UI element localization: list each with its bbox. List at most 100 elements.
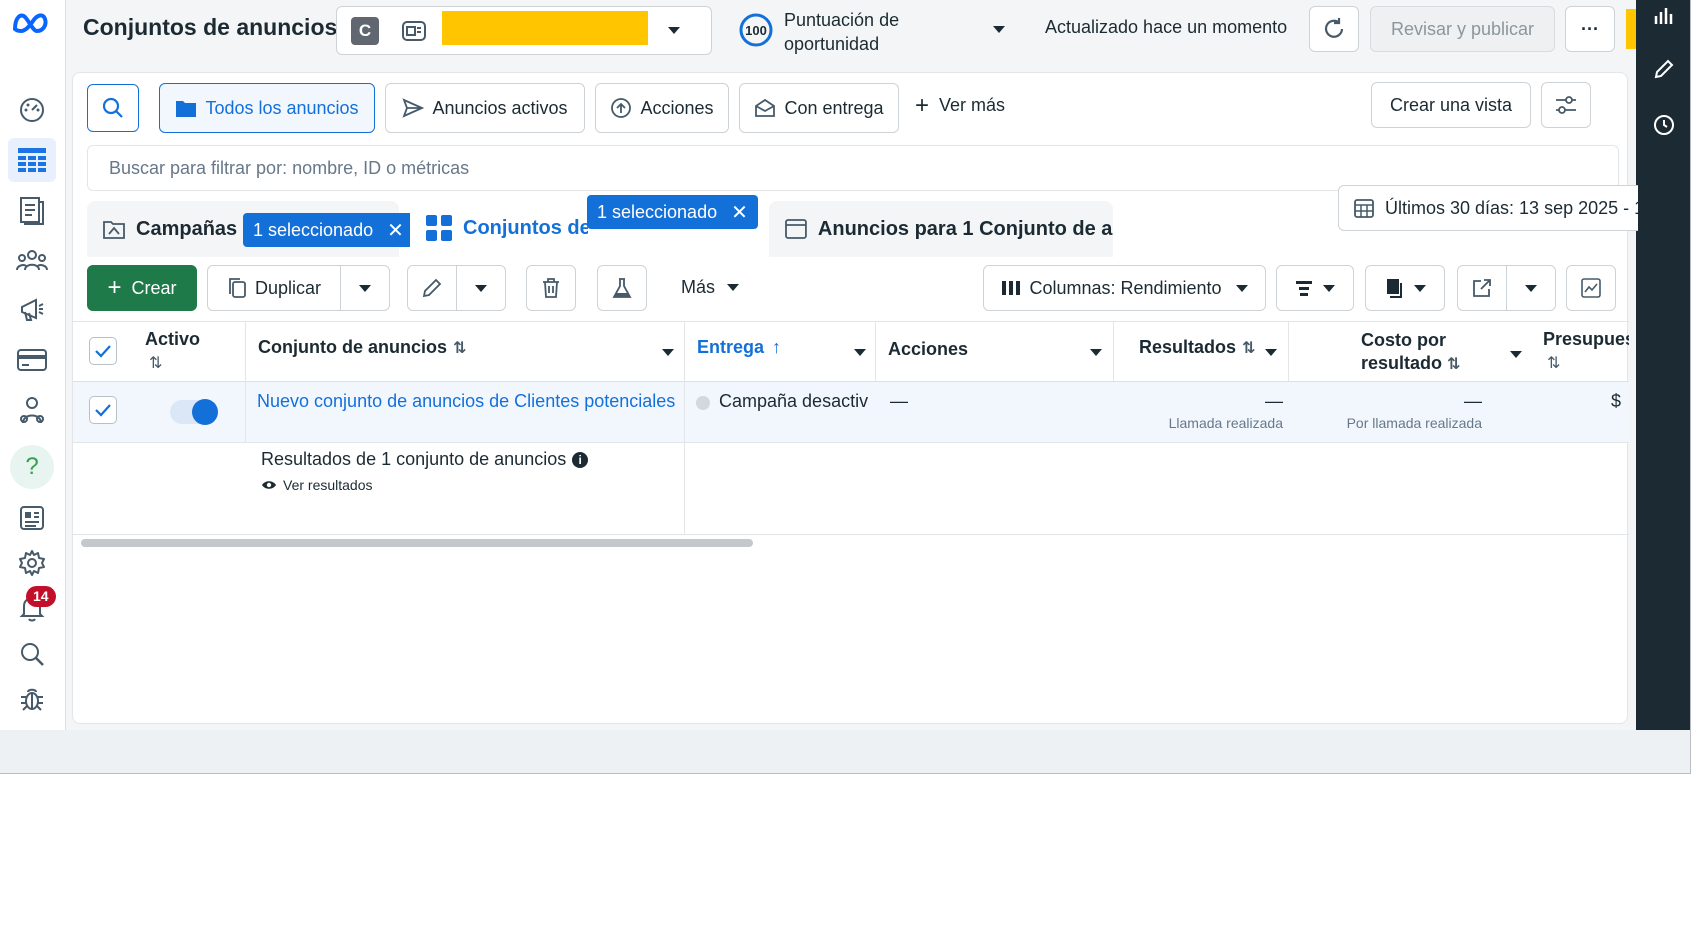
header-cost-line2: resultado [1361, 353, 1443, 373]
tab-ads[interactable]: Anuncios para 1 Conjunto de anu [769, 201, 1113, 257]
review-publish-button[interactable]: Revisar y publicar [1370, 6, 1555, 52]
opportunity-chevron-icon[interactable] [993, 26, 1005, 33]
view-settings-button[interactable] [1541, 82, 1591, 128]
header-delivery[interactable]: Entrega ↑ [697, 337, 781, 358]
charts-button[interactable] [1566, 265, 1616, 311]
more-actions-label: Más [681, 277, 716, 297]
table-top-border [73, 321, 1629, 322]
breakdown-button[interactable] [1276, 265, 1354, 311]
sort-icon[interactable]: ⇅ [149, 353, 162, 373]
copy-icon [229, 278, 246, 298]
see-more-filters[interactable]: + Ver más [915, 93, 1005, 117]
reports-button[interactable] [1365, 265, 1445, 311]
account-name-redacted [442, 11, 648, 45]
cost-column-menu-icon[interactable] [1510, 351, 1522, 358]
edit-button[interactable] [407, 265, 457, 311]
duplicate-dropdown[interactable] [340, 265, 390, 311]
create-label: Crear [131, 277, 177, 298]
sort-ascending-icon[interactable]: ↑ [772, 337, 781, 358]
breakdown-icon [1296, 281, 1312, 296]
search-icon[interactable] [8, 632, 56, 676]
adsets-selected-badge[interactable]: 1 seleccionado ✕ [587, 195, 758, 229]
create-view-button[interactable]: Crear una vista [1371, 82, 1531, 128]
view-results-link[interactable]: Ver resultados [261, 477, 373, 493]
opportunity-score-ring[interactable]: 100 [738, 12, 774, 48]
campaigns-selected-badge[interactable]: 1 seleccionado ✕ [243, 213, 414, 247]
pages-icon[interactable] [8, 188, 56, 232]
chevron-down-icon [1414, 284, 1426, 292]
chart-bars-icon[interactable] [1653, 4, 1675, 26]
info-icon[interactable]: i [572, 451, 589, 468]
header-results[interactable]: Resultados ⇅ [1139, 337, 1255, 358]
filter-all-ads-label: Todos los anuncios [205, 97, 359, 118]
create-button[interactable]: + Crear [87, 265, 197, 311]
results-column-menu-icon[interactable] [1265, 349, 1277, 356]
audiences-icon[interactable] [8, 238, 56, 282]
duplicate-label: Duplicar [254, 277, 322, 298]
ads-manager-table-icon[interactable] [8, 138, 56, 182]
ab-test-button[interactable] [597, 265, 647, 311]
filter-search-button[interactable] [87, 84, 139, 132]
date-range-label: Últimos 30 días: 13 sep 2025 - 1 [1385, 197, 1638, 218]
sort-icon[interactable]: ⇅ [1547, 353, 1560, 373]
history-clock-icon[interactable] [1652, 113, 1676, 137]
filter-actions[interactable]: Acciones [595, 83, 729, 133]
campaign-folder-icon [103, 221, 125, 239]
filter-actions-label: Acciones [640, 97, 714, 118]
sort-icon[interactable]: ⇅ [453, 338, 466, 358]
column-divider [875, 321, 876, 381]
view-results-label: Ver resultados [283, 477, 373, 493]
row-checkbox[interactable] [89, 396, 117, 424]
adset-column-menu-icon[interactable] [662, 349, 674, 356]
edit-dropdown[interactable] [456, 265, 506, 311]
select-all-checkbox[interactable] [89, 337, 117, 365]
edit-pencil-icon[interactable] [1653, 58, 1675, 80]
bug-report-icon[interactable] [8, 677, 56, 721]
help-question-icon[interactable]: ? [10, 445, 54, 489]
filter-active-ads-label: Anuncios activos [432, 97, 568, 118]
business-settings-icon[interactable] [8, 388, 56, 432]
header-budget[interactable]: Presupues [1543, 329, 1629, 350]
close-icon[interactable]: ✕ [731, 200, 748, 225]
filter-all-ads[interactable]: Todos los anuncios [159, 83, 375, 133]
meta-logo[interactable] [11, 9, 51, 37]
columns-selector[interactable]: Columnas: Rendimiento [983, 265, 1266, 311]
bottom-strip [0, 730, 1690, 773]
sort-icon[interactable]: ⇅ [1447, 356, 1460, 373]
active-toggle[interactable] [170, 399, 218, 425]
more-actions-button[interactable]: Más [681, 277, 740, 298]
billing-card-icon[interactable] [8, 338, 56, 382]
news-feed-icon[interactable] [8, 496, 56, 540]
delivery-column-menu-icon[interactable] [854, 349, 866, 356]
close-icon[interactable]: ✕ [387, 218, 404, 243]
opportunity-score-label[interactable]: Puntuación de oportunidad [784, 8, 934, 56]
refresh-button[interactable] [1309, 6, 1359, 52]
header-adset-label: Conjunto de anuncios [258, 337, 447, 357]
account-selector[interactable]: C [336, 6, 712, 55]
send-icon [402, 98, 425, 118]
filter-active-ads[interactable]: Anuncios activos [385, 83, 585, 133]
sliders-icon [1556, 96, 1576, 114]
settings-gear-icon[interactable] [8, 541, 56, 585]
ad-account-icon [401, 19, 427, 43]
ads-manager-window: ? 14 Conjuntos de anuncios C 100 Puntuac… [0, 0, 1691, 774]
export-dropdown[interactable] [1506, 265, 1556, 311]
delete-button[interactable] [526, 265, 576, 311]
header-actions[interactable]: Acciones [888, 339, 968, 360]
sort-icon[interactable]: ⇅ [1242, 338, 1255, 358]
export-button[interactable] [1457, 265, 1507, 311]
horizontal-scrollbar[interactable] [81, 539, 753, 547]
header-active[interactable]: Activo [145, 329, 200, 350]
adset-name-link[interactable]: Nuevo conjunto de anuncios de Clientes p… [257, 391, 675, 412]
duplicate-button[interactable]: Duplicar [207, 265, 341, 311]
more-options-button[interactable]: ··· [1565, 6, 1615, 52]
header-adset-name[interactable]: Conjunto de anuncios ⇅ [258, 337, 466, 358]
header-cost-per-result[interactable]: Costo por resultado ⇅ [1361, 329, 1460, 376]
filter-with-delivery[interactable]: Con entrega [739, 83, 899, 133]
summary-title-text: Resultados de 1 conjunto de anuncios [261, 449, 567, 469]
campaign-megaphone-icon[interactable] [8, 288, 56, 332]
notification-count-badge: 14 [26, 586, 56, 607]
dashboard-gauge-icon[interactable] [8, 88, 56, 132]
date-range-picker[interactable]: Últimos 30 días: 13 sep 2025 - 1 [1338, 185, 1638, 231]
actions-column-menu-icon[interactable] [1090, 349, 1102, 356]
